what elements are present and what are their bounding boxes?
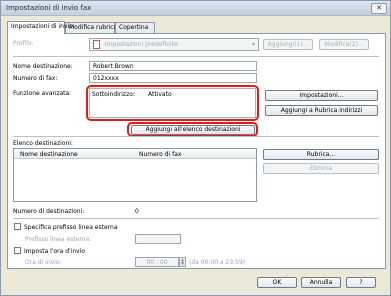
add-profile-button[interactable]: Aggiungi(1)...: [263, 39, 313, 50]
highlight-frame: [127, 122, 258, 137]
destination-list-header: Nome destinazione Numero di fax: [14, 149, 256, 159]
resize-grip-icon[interactable]: ⋰: [383, 287, 389, 294]
close-button[interactable]: ✕: [371, 3, 387, 14]
delete-button[interactable]: Elimina: [263, 163, 379, 174]
destination-name-label: Nome destinazione:: [13, 63, 73, 70]
help-button[interactable]: ?: [346, 277, 376, 288]
send-time-label: Ora di invio:: [25, 259, 62, 266]
schedule-send-checkbox[interactable]: [14, 247, 21, 254]
chevron-down-icon: ▾: [251, 41, 255, 48]
profile-select[interactable]: Impostazioni predefinite ▾: [89, 38, 259, 51]
title-bar[interactable]: Impostazioni di invio fax ✕: [1, 1, 390, 16]
destination-count-label: Numero di destinazioni:: [13, 208, 85, 215]
divider: [13, 136, 379, 137]
outside-line-prefix-label: Prefisso linea esterna:: [25, 236, 92, 243]
destination-list-label: Elenco destinazioni:: [13, 140, 73, 147]
column-header-fax[interactable]: Numero di fax: [139, 151, 181, 158]
destination-list[interactable]: Nome destinazione Numero di fax: [13, 148, 257, 202]
profile-value: Impostazioni predefinite: [104, 41, 178, 48]
send-time-spinner[interactable]: ▲ ▼: [179, 257, 186, 267]
outside-line-checkbox-label: Specifica prefisso linea esterna: [24, 224, 118, 231]
settings-button[interactable]: Impostazioni...: [265, 90, 378, 101]
window-title: Impostazioni di invio fax: [6, 4, 92, 12]
address-book-button[interactable]: Rubrica...: [263, 149, 379, 160]
send-time-range-hint: (da 00:00 a 23:59): [189, 259, 246, 266]
fax-number-field[interactable]: 012xxxx: [89, 73, 257, 83]
advanced-function-label: Funzione avanzata:: [13, 90, 72, 97]
fax-number-label: Numero di fax:: [13, 75, 58, 82]
outside-line-prefix-field[interactable]: [135, 234, 181, 244]
cancel-button[interactable]: Annulla: [301, 277, 341, 288]
send-time-field[interactable]: 00 : 00: [135, 257, 179, 267]
profile-label: Profilo:: [13, 40, 34, 47]
divider: [13, 218, 379, 219]
schedule-send-checkbox-label: Imposta l'ora d'invio: [24, 248, 86, 255]
column-header-name[interactable]: Nome destinazione: [20, 151, 78, 158]
tab-cover-sheet[interactable]: Copertina: [115, 22, 155, 33]
outside-line-checkbox[interactable]: [14, 223, 21, 230]
profile-document-icon: [93, 40, 100, 49]
modify-profile-button[interactable]: Modifica(2)...: [319, 39, 369, 50]
destination-count-value: 0: [135, 208, 139, 215]
destination-name-field[interactable]: Robert Brown: [89, 61, 257, 71]
fax-settings-dialog: Impostazioni di invio fax ✕ Impostazioni…: [0, 0, 391, 296]
ok-button[interactable]: OK: [257, 277, 297, 288]
tab-send-settings[interactable]: Impostazioni di invio: [7, 21, 73, 34]
add-to-address-book-button[interactable]: Aggiungi a Rubrica indirizzi: [265, 105, 378, 116]
divider: [13, 56, 379, 57]
highlight-frame: [86, 85, 259, 121]
